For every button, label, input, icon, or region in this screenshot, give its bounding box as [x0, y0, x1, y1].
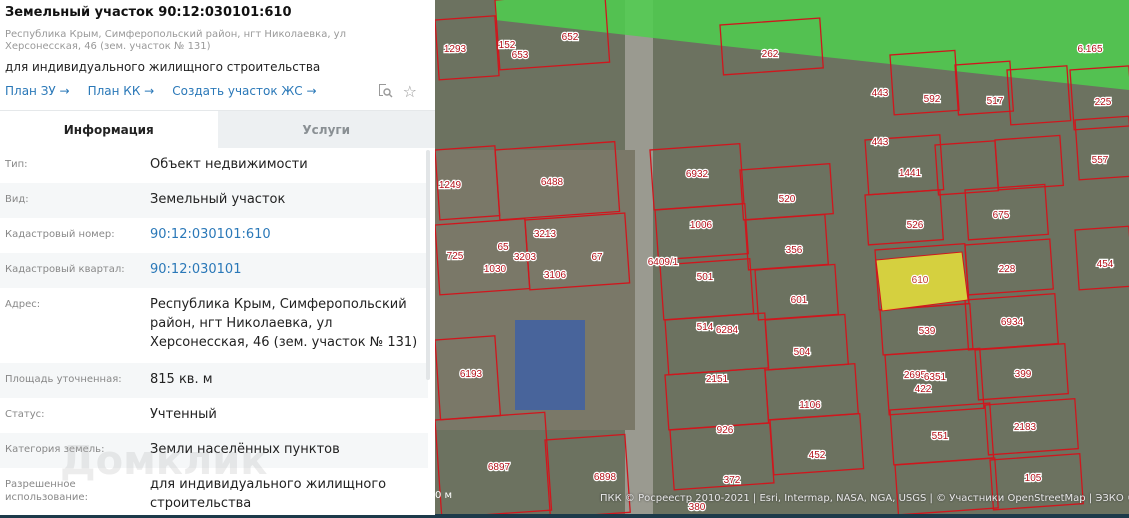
parcel-label: 514	[697, 322, 714, 333]
row-value: Республика Крым, Симферопольский район, …	[150, 297, 418, 350]
row-label: Адрес:	[5, 299, 41, 310]
parcel-label: 6934	[1001, 317, 1024, 328]
parcel-label: 452	[809, 450, 826, 461]
table-row: Адрес: Республика Крым, Симферопольский р…	[0, 288, 428, 363]
parcel-label: 356	[786, 245, 803, 256]
parcel-label: 520	[779, 194, 796, 205]
parcel-label: 501	[697, 272, 714, 283]
create-zs-link[interactable]: Создать участок ЖС →	[172, 84, 316, 98]
map-canvas[interactable]: 1293 152653652262 6.165443592 517 2254431441…	[435, 0, 1129, 518]
parcel-label: 1293	[444, 44, 467, 55]
parcel-label: 6284	[716, 325, 739, 336]
parcel-label: 262	[762, 49, 779, 60]
info-panel: Земельный участок 90:12:030101:610 Респу…	[0, 0, 435, 518]
address-subtitle: Республика Крым, Симферопольский район, …	[5, 29, 346, 52]
parcel-label: 6932	[686, 169, 709, 180]
parcel-label: 725	[447, 251, 464, 262]
parcel-label: 1441	[899, 168, 922, 179]
row-label: Кадастровый квартал:	[5, 264, 125, 275]
map-attribution: ПКК © Росреестр 2010-2021 | Esri, Interm…	[600, 493, 1129, 504]
building	[515, 320, 585, 410]
parcel-label: 372	[724, 475, 741, 486]
map-scale: 0 м	[435, 490, 453, 501]
parcel-label: 6488	[541, 177, 564, 188]
watermark-logo: Домклик	[60, 438, 268, 484]
tab-info[interactable]: Информация	[0, 111, 218, 148]
parcel-label: 526	[907, 220, 924, 231]
row-label: Кадастровый номер:	[5, 229, 115, 240]
parcel-label: 592	[924, 94, 941, 105]
search-document-icon[interactable]	[377, 82, 393, 102]
parcel-label: 6193	[460, 369, 483, 380]
parcel-label: 2151	[706, 374, 729, 385]
parcel-label: 225	[1095, 97, 1112, 108]
scrollbar[interactable]	[426, 150, 430, 380]
parcel-label: 443	[872, 137, 889, 148]
tab-services[interactable]: Услуги	[217, 111, 435, 148]
row-value: Земельный участок	[150, 192, 286, 207]
parcel-label: 1030	[484, 264, 507, 275]
parcel-label: 652	[562, 32, 579, 43]
parcel-label: 6351	[924, 372, 947, 383]
parcel-label: 67	[591, 252, 603, 263]
parcel-label: 1106	[799, 400, 821, 411]
table-row: Вид: Земельный участок	[0, 183, 428, 218]
parcel-label: 504	[794, 347, 811, 358]
purpose-text: для индивидуального жилищного строительс…	[5, 60, 321, 74]
table-row: Кадастровый номер: 90:12:030101:610	[0, 218, 428, 253]
row-label: Статус:	[5, 409, 45, 420]
table-row: Площадь уточненная: 815 кв. м	[0, 363, 428, 398]
parcel-label: 2183	[1014, 422, 1037, 433]
page-title: Земельный участок 90:12:030101:610	[5, 5, 292, 20]
table-row: Тип: Объект недвижимости	[0, 148, 428, 183]
parcel-label: 653	[512, 50, 529, 61]
parcel-label: 6409/1	[648, 257, 679, 268]
row-label: Тип:	[5, 159, 28, 170]
row-label: Разрешенное использование:	[5, 479, 88, 503]
parcel-label: 6.165	[1077, 44, 1102, 55]
parcel-label: 926	[717, 425, 734, 436]
star-icon[interactable]: ☆	[403, 82, 417, 102]
row-value: Учтенный	[150, 407, 217, 422]
plan-links: План ЗУ → План КК → Создать участок ЖС →	[5, 84, 317, 98]
parcel-label: 1006	[690, 220, 713, 231]
cadastral-map[interactable]: 1293 152 653 652 262 6.165 443 592 517 225 443 1441…	[435, 0, 1129, 518]
parcel-label: 3213	[534, 229, 557, 240]
cadastral-number-link[interactable]: 90:12:030101:610	[150, 225, 428, 253]
parcel-label: 105	[1025, 473, 1042, 484]
parcel-label: 454	[1097, 259, 1114, 270]
cadastral-quarter-link[interactable]: 90:12:030101	[150, 260, 428, 288]
table-row: Кадастровый квартал: 90:12:030101	[0, 253, 428, 288]
parcel-label: 551	[932, 431, 949, 442]
parcel-label: 517	[987, 96, 1004, 107]
parcel-label: 6898	[594, 472, 617, 483]
parcel-label: 6897	[488, 462, 511, 473]
bottom-bar	[435, 514, 1129, 518]
parcel-label: 228	[999, 264, 1016, 275]
parcel-label: 610	[912, 275, 929, 286]
row-label: Вид:	[5, 194, 29, 205]
parcel-label: 539	[919, 326, 936, 337]
parcel-label: 601	[791, 295, 808, 306]
plan-zu-link[interactable]: План ЗУ →	[5, 84, 70, 98]
parcel-label: 399	[1015, 369, 1032, 380]
parcel-label: 422	[915, 384, 932, 395]
parcel-label: 675	[993, 210, 1010, 221]
parcel-label: 1249	[439, 180, 462, 191]
plan-kk-link[interactable]: План КК →	[88, 84, 155, 98]
table-row: Статус: Учтенный	[0, 398, 428, 433]
row-value: Объект недвижимости	[150, 157, 308, 172]
parcel-label: 443	[872, 88, 889, 99]
tabs: Информация Услуги	[0, 110, 435, 148]
parcel-label: 557	[1092, 155, 1109, 166]
parcel-label: 3106	[544, 270, 567, 281]
row-label: Площадь уточненная:	[5, 374, 122, 385]
parcel-label: 65	[497, 242, 509, 253]
parcel-label: 3203	[514, 252, 537, 263]
row-value: 815 кв. м	[150, 372, 213, 387]
